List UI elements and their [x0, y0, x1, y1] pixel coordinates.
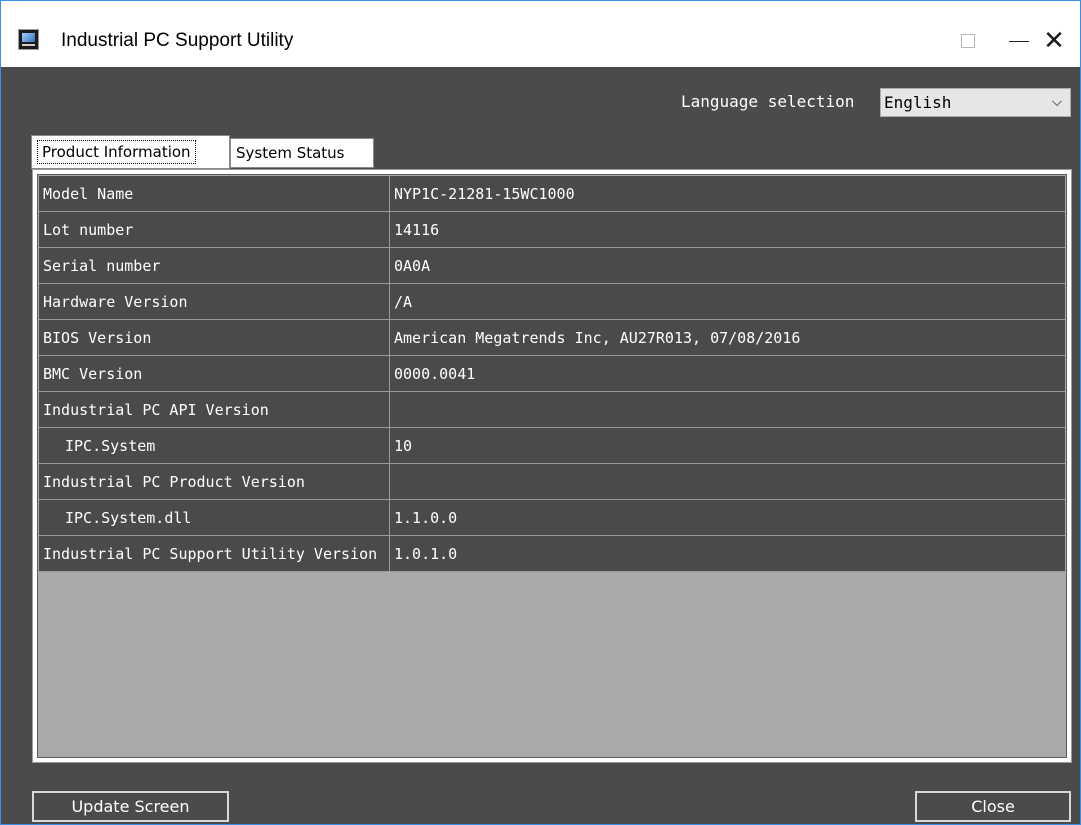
table-row: Model Name NYP1C-21281-15WC1000: [39, 176, 1065, 212]
row-value: /A: [394, 292, 413, 311]
row-value: 1.1.0.0: [394, 508, 458, 527]
tab-product-information[interactable]: Product Information: [31, 135, 230, 169]
row-name: IPC.System.dll: [39, 500, 390, 535]
maximize-button[interactable]: [945, 19, 991, 63]
app-monitor-icon: [18, 29, 39, 50]
title-bar: Industrial PC Support Utility: [1, 1, 1080, 67]
row-name: Hardware Version: [39, 284, 390, 319]
table-row: BMC Version 0000.0041: [39, 356, 1065, 392]
row-value: [390, 392, 1065, 427]
row-value: American Megatrends Inc, AU27R013, 07/08…: [394, 328, 801, 347]
row-value: 14116: [394, 220, 440, 239]
tab-system-status[interactable]: System Status: [230, 138, 374, 168]
row-value: 0A0A: [394, 256, 431, 275]
minimize-icon: [1009, 40, 1029, 42]
row-name: Lot number: [39, 212, 390, 247]
close-button[interactable]: Close: [915, 791, 1071, 822]
table-row: Hardware Version /A: [39, 284, 1065, 320]
close-window-button[interactable]: ✕: [1031, 19, 1077, 63]
row-name: IPC.System: [39, 428, 390, 463]
window-title: Industrial PC Support Utility: [61, 30, 294, 51]
table-row: Industrial PC API Version: [39, 392, 1065, 428]
update-screen-button[interactable]: Update Screen: [32, 791, 229, 822]
row-value: NYP1C-21281-15WC1000: [394, 184, 575, 203]
table-row: Industrial PC Product Version: [39, 464, 1065, 500]
table-row: IPC.System 10: [39, 428, 1065, 464]
table-row: Lot number 14116: [39, 212, 1065, 248]
close-icon: ✕: [1043, 26, 1065, 56]
info-grid: Model Name NYP1C-21281-15WC1000 Lot numb…: [37, 174, 1067, 758]
row-value: 1.0.1.0: [394, 544, 458, 563]
table-row: IPC.System.dll 1.1.0.0: [39, 500, 1065, 536]
table-row: Industrial PC Support Utility Version 1.…: [39, 536, 1065, 572]
chevron-down-icon: [1052, 96, 1062, 106]
row-name: Model Name: [39, 176, 390, 211]
row-name: BIOS Version: [39, 320, 390, 355]
row-value: [390, 464, 1065, 499]
row-name: BMC Version: [39, 356, 390, 391]
row-value: 0000.0041: [394, 364, 476, 383]
table-row: Serial number 0A0A: [39, 248, 1065, 284]
row-name: Industrial PC API Version: [39, 392, 390, 427]
row-name: Industrial PC Support Utility Version: [39, 536, 390, 571]
language-selection-label: Language selection: [681, 92, 855, 111]
tab-label: System Status: [236, 144, 345, 162]
table-row: BIOS Version American Megatrends Inc, AU…: [39, 320, 1065, 356]
app-window: Industrial PC Support Utility ✕ Language…: [0, 0, 1081, 825]
row-value: 10: [394, 436, 413, 455]
language-select[interactable]: English: [880, 88, 1071, 117]
language-selected-value: English: [884, 93, 952, 112]
info-table: Model Name NYP1C-21281-15WC1000 Lot numb…: [39, 176, 1065, 572]
tab-label: Product Information: [37, 140, 196, 164]
row-name: Serial number: [39, 248, 390, 283]
row-name: Industrial PC Product Version: [39, 464, 390, 499]
maximize-icon: [961, 34, 975, 48]
product-information-panel: Model Name NYP1C-21281-15WC1000 Lot numb…: [32, 169, 1072, 763]
